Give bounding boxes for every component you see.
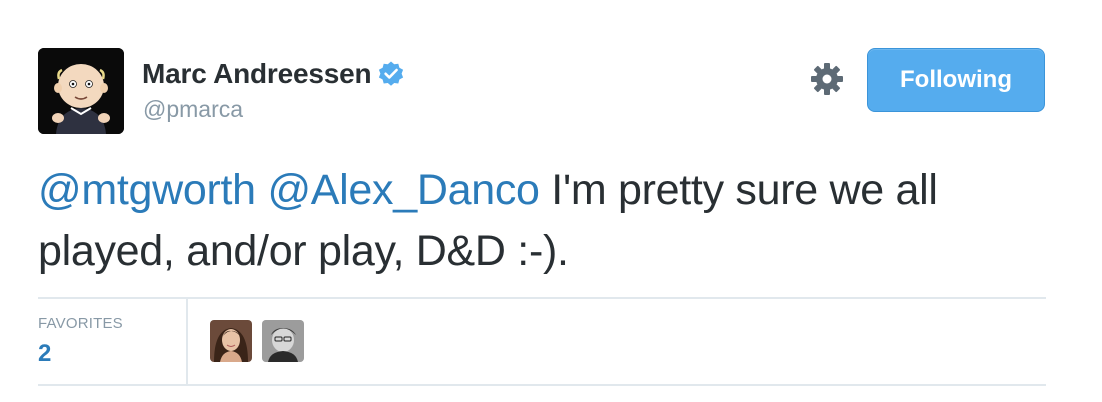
mention-link[interactable]: @mtgworth — [38, 166, 256, 214]
gear-icon[interactable] — [808, 60, 846, 98]
stats-separator — [186, 299, 188, 384]
divider — [38, 384, 1046, 386]
favorites-count[interactable]: 2 — [38, 340, 51, 368]
author-handle[interactable]: @pmarca — [143, 96, 243, 123]
cartoon-avatar-icon — [38, 48, 124, 134]
favoriter-avatar[interactable] — [210, 320, 252, 362]
divider — [38, 297, 1046, 299]
profile-avatar[interactable] — [38, 48, 124, 134]
mention-link[interactable]: @Alex_Danco — [267, 166, 540, 214]
favoriter-avatar[interactable] — [262, 320, 304, 362]
author-name[interactable]: Marc Andreessen — [142, 58, 372, 90]
verified-badge-icon — [377, 60, 405, 88]
user-avatar-icon — [262, 320, 304, 362]
tweet-text: @mtgworth @Alex_Danco I'm pretty sure we… — [38, 160, 1058, 282]
author-name-row: Marc Andreessen — [142, 58, 405, 90]
favorites-label: FAVORITES — [38, 315, 123, 332]
user-avatar-icon — [210, 320, 252, 362]
following-button[interactable]: Following — [867, 48, 1045, 112]
